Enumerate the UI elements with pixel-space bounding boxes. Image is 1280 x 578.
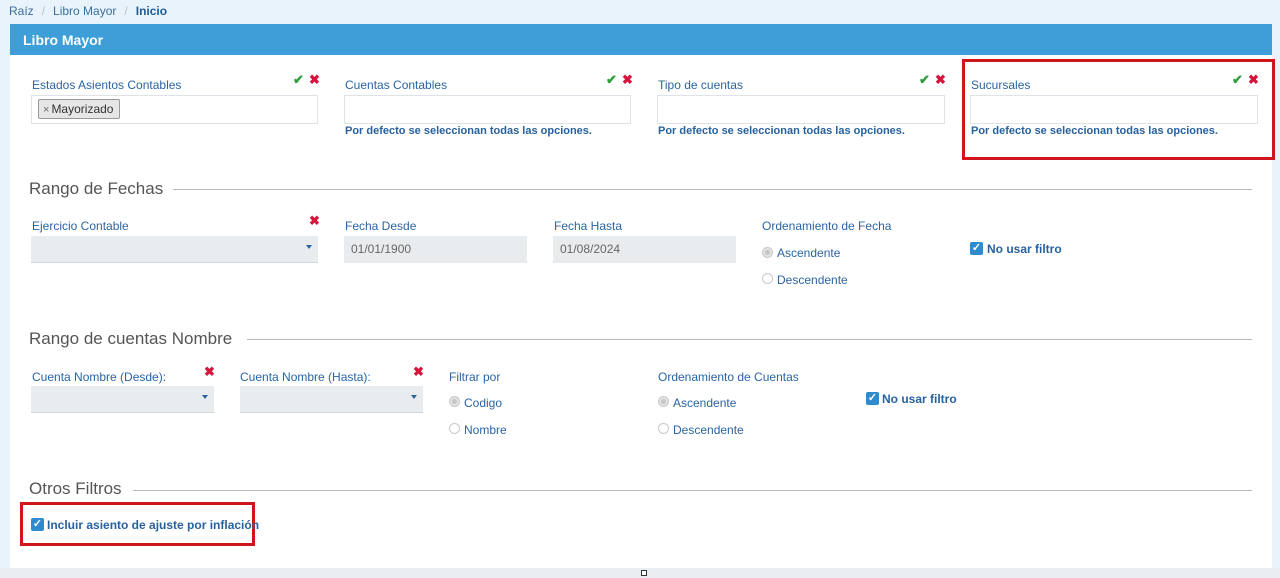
page-title: Libro Mayor [10, 24, 1272, 55]
tag-remove-icon[interactable]: × [43, 104, 49, 116]
tipo-cuentas-label: Tipo de cuentas [658, 78, 743, 92]
chevron-down-icon [306, 245, 312, 249]
cuentas-no-filtro-label[interactable]: No usar filtro [882, 392, 957, 406]
cuentas-no-filtro-checkbox[interactable]: ✓ [866, 392, 879, 405]
filtrar-nombre-radio[interactable] [449, 423, 460, 434]
breadcrumb: Raíz / Libro Mayor / Inicio [9, 4, 167, 18]
estados-tag-mayorizado[interactable]: × Mayorizado [38, 99, 121, 119]
tipo-hint: Por defecto se seleccionan todas las opc… [658, 125, 905, 137]
select-all-check-icon[interactable]: ✔ [1232, 72, 1243, 88]
divider [247, 339, 1252, 340]
breadcrumb-separator: / [41, 4, 46, 18]
breadcrumb-libro-mayor[interactable]: Libro Mayor [53, 4, 116, 18]
clear-close-icon[interactable]: ✖ [413, 364, 424, 380]
fecha-desde-input[interactable]: 01/01/1900 [344, 236, 527, 263]
select-all-check-icon[interactable]: ✔ [919, 72, 930, 88]
orden-cuentas-desc-radio[interactable] [658, 423, 669, 434]
cuenta-hasta-label: Cuenta Nombre (Hasta): [240, 370, 371, 384]
clear-close-icon[interactable]: ✖ [204, 364, 215, 380]
ejercicio-label: Ejercicio Contable [32, 219, 129, 233]
divider [133, 490, 1252, 491]
estados-label: Estados Asientos Contables [32, 78, 182, 92]
tipo-cuentas-multiselect[interactable] [657, 95, 945, 124]
orden-fecha-desc-radio[interactable] [762, 273, 773, 284]
cuentas-contables-multiselect[interactable] [344, 95, 631, 124]
fecha-no-filtro-label[interactable]: No usar filtro [987, 242, 1062, 256]
orden-cuentas-label: Ordenamiento de Cuentas [658, 370, 799, 384]
ejercicio-select[interactable] [31, 236, 318, 263]
orden-fecha-asc-radio[interactable] [762, 247, 773, 258]
ajuste-inflacion-checkbox[interactable]: ✓ [31, 518, 44, 531]
breadcrumb-current[interactable]: Inicio [136, 4, 167, 18]
orden-cuentas-asc-radio[interactable] [658, 396, 669, 407]
resize-handle-icon[interactable] [641, 570, 647, 576]
rango-fechas-title: Rango de Fechas [29, 179, 164, 198]
chevron-down-icon [411, 395, 417, 399]
fecha-desde-label: Fecha Desde [345, 219, 417, 233]
otros-filtros-title: Otros Filtros [29, 479, 122, 498]
clear-close-icon[interactable]: ✖ [1248, 72, 1259, 88]
orden-fecha-desc-label[interactable]: Descendente [777, 273, 848, 287]
breadcrumb-root[interactable]: Raíz [9, 4, 34, 18]
fecha-no-filtro-checkbox[interactable]: ✓ [970, 242, 983, 255]
cuentas-hint: Por defecto se seleccionan todas las opc… [345, 125, 592, 137]
cuentas-contables-label: Cuentas Contables [345, 78, 448, 92]
filtrar-codigo-label[interactable]: Codigo [464, 396, 502, 410]
orden-cuentas-asc-label[interactable]: Ascendente [673, 396, 736, 410]
sucursales-label: Sucursales [971, 78, 1031, 92]
filtrar-nombre-label[interactable]: Nombre [464, 423, 507, 437]
cuenta-hasta-select[interactable] [240, 386, 423, 413]
sucursales-hint: Por defecto se seleccionan todas las opc… [971, 125, 1218, 137]
select-all-check-icon[interactable]: ✔ [606, 72, 617, 88]
clear-close-icon[interactable]: ✖ [622, 72, 633, 88]
chevron-down-icon [202, 395, 208, 399]
select-all-check-icon[interactable]: ✔ [293, 72, 304, 88]
ajuste-inflacion-label[interactable]: Incluir asiento de ajuste por inflación [47, 518, 259, 532]
cuenta-desde-label: Cuenta Nombre (Desde): [32, 370, 167, 384]
breadcrumb-separator: / [124, 4, 128, 18]
orden-fecha-asc-label[interactable]: Ascendente [777, 246, 840, 260]
filtrar-por-label: Filtrar por [449, 370, 501, 384]
filtrar-codigo-radio[interactable] [449, 396, 460, 407]
divider [173, 189, 1252, 190]
orden-fecha-label: Ordenamiento de Fecha [762, 219, 892, 233]
sucursales-multiselect[interactable] [970, 95, 1258, 124]
rango-cuentas-title: Rango de cuentas Nombre [29, 329, 233, 348]
fecha-hasta-input[interactable]: 01/08/2024 [553, 236, 736, 263]
fecha-hasta-label: Fecha Hasta [554, 219, 623, 233]
clear-close-icon[interactable]: ✖ [309, 213, 320, 229]
cuenta-desde-select[interactable] [31, 386, 214, 413]
clear-close-icon[interactable]: ✖ [935, 72, 946, 88]
clear-close-icon[interactable]: ✖ [309, 72, 320, 88]
tag-label: Mayorizado [51, 102, 114, 116]
orden-cuentas-desc-label[interactable]: Descendente [673, 423, 744, 437]
bottom-bar [0, 568, 1280, 578]
